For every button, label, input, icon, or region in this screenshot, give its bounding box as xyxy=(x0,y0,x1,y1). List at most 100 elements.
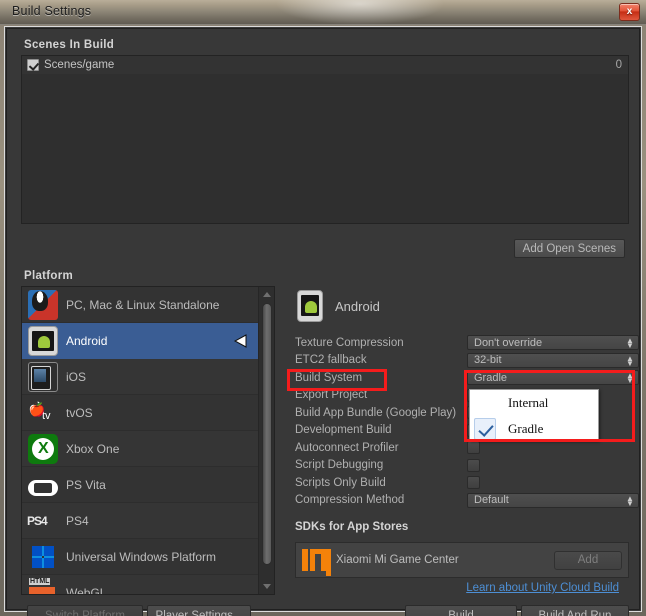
svg-text:tv: tv xyxy=(42,410,51,422)
setting-compression-method: Compression Method Default ▲ ▼ xyxy=(295,492,641,510)
platform-item-uwp[interactable]: Universal Windows Platform xyxy=(22,539,258,575)
scripts-only-build-checkbox[interactable] xyxy=(467,476,480,489)
platform-list-scrollbar[interactable] xyxy=(258,287,274,594)
os-window: Build Settings x Scenes In Build Scenes/… xyxy=(0,0,646,616)
dropdown-value: Default xyxy=(474,494,509,506)
xbox-icon: X xyxy=(28,433,58,464)
player-settings-button[interactable]: Player Settings... xyxy=(147,605,251,616)
dropdown-value: Don't override xyxy=(474,336,543,349)
platform-list[interactable]: PC, Mac & Linux Standalone Android iOS 🍎… xyxy=(21,286,275,595)
setting-label: Autoconnect Profiler xyxy=(295,441,399,454)
platform-item-standalone[interactable]: PC, Mac & Linux Standalone xyxy=(22,287,258,323)
platform-item-ps4[interactable]: PS4 xyxy=(22,503,258,539)
dropdown-option-internal[interactable]: Internal xyxy=(470,390,598,416)
build-and-run-button[interactable]: Build And Run xyxy=(521,605,629,616)
script-debugging-checkbox[interactable] xyxy=(467,458,480,472)
platform-item-ios[interactable]: iOS xyxy=(22,359,258,395)
build-system-dropdown-menu[interactable]: Internal Gradle xyxy=(469,389,599,441)
switch-platform-button[interactable]: Switch Platform xyxy=(27,605,143,616)
platform-label: iOS xyxy=(66,369,87,384)
platform-label: PC, Mac & Linux Standalone xyxy=(66,297,220,312)
platform-list-items: PC, Mac & Linux Standalone Android iOS 🍎… xyxy=(22,287,258,595)
scene-path: Scenes/game xyxy=(44,59,115,71)
check-icon xyxy=(474,392,496,414)
setting-scripts-only-build: Scripts Only Build xyxy=(295,474,641,492)
sdk-name: Xiaomi Mi Game Center xyxy=(336,554,459,566)
dropdown-value: Gradle xyxy=(474,371,508,384)
dropdown-value: 32-bit xyxy=(474,354,502,366)
sdks-header: SDKs for App Stores xyxy=(295,521,409,533)
unity-active-icon xyxy=(233,333,247,348)
setting-label: ETC2 fallback xyxy=(295,354,367,367)
close-icon[interactable]: x xyxy=(619,3,640,21)
android-icon xyxy=(297,290,323,322)
platform-item-webgl[interactable]: WebGL xyxy=(22,575,258,595)
window-titlebar: Build Settings x xyxy=(0,0,646,25)
platform-label: Universal Windows Platform xyxy=(66,549,217,564)
windows-icon xyxy=(28,542,58,572)
platform-header: Platform xyxy=(24,270,74,282)
android-icon xyxy=(28,325,58,356)
sdk-add-button[interactable]: Add xyxy=(554,550,622,570)
compression-method-dropdown[interactable]: Default ▲ ▼ xyxy=(467,492,639,508)
setting-label: Script Debugging xyxy=(295,459,384,472)
html5-icon xyxy=(28,577,58,594)
setting-label: Development Build xyxy=(295,424,392,437)
platform-label: PS Vita xyxy=(66,477,106,492)
setting-etc2-fallback: ETC2 fallback 32-bit ▲ ▼ xyxy=(295,352,641,370)
setting-label: Scripts Only Build xyxy=(295,476,386,489)
scroll-down-icon[interactable] xyxy=(263,584,271,589)
sdk-entry-row[interactable]: Xiaomi Mi Game Center Add xyxy=(295,542,629,578)
setting-build-system: Build System Gradle ▲ ▼ xyxy=(295,369,641,387)
dropdown-option-label: Gradle xyxy=(508,421,544,436)
standalone-icon xyxy=(28,289,58,320)
setting-label: Build System xyxy=(295,371,363,384)
dropdown-option-gradle[interactable]: Gradle xyxy=(470,416,598,442)
setting-label: Export Project xyxy=(295,389,368,402)
platform-item-tvos[interactable]: tv tvOS xyxy=(22,395,258,431)
close-glyph: x xyxy=(626,6,633,17)
platform-label: WebGL xyxy=(66,585,107,595)
texture-compression-dropdown[interactable]: Don't override ▲ ▼ xyxy=(467,335,639,350)
chevron-updown-icon: ▲ ▼ xyxy=(626,493,634,508)
scene-list-item[interactable]: Scenes/game 0 xyxy=(22,56,628,74)
chevron-updown-icon: ▲ ▼ xyxy=(626,371,634,385)
autoconnect-profiler-checkbox[interactable] xyxy=(467,441,480,454)
platform-label: Android xyxy=(66,333,108,348)
scenes-in-build-list[interactable]: Scenes/game 0 xyxy=(21,55,629,224)
setting-label: Build App Bundle (Google Play) xyxy=(295,406,457,419)
ios-icon xyxy=(28,361,58,392)
psvita-icon xyxy=(28,480,58,496)
scene-index: 0 xyxy=(615,59,622,71)
etc2-fallback-dropdown[interactable]: 32-bit ▲ ▼ xyxy=(467,352,639,368)
platform-item-android[interactable]: Android xyxy=(22,323,258,359)
platform-item-ps-vita[interactable]: PS Vita xyxy=(22,467,258,503)
ps4-icon xyxy=(27,506,58,536)
build-settings-window: Scenes In Build Scenes/game 0 Add Open S… xyxy=(4,26,642,616)
build-target-name: Android xyxy=(335,298,380,314)
tvos-icon: tv xyxy=(28,398,58,428)
scenes-in-build-header: Scenes In Build xyxy=(24,39,115,51)
xiaomi-mi-icon xyxy=(302,549,331,576)
build-button[interactable]: Build xyxy=(405,605,517,616)
build-settings-content: Scenes In Build Scenes/game 0 Add Open S… xyxy=(6,28,641,616)
platform-item-xbox-one[interactable]: X Xbox One xyxy=(22,431,258,467)
scrollbar-thumb[interactable] xyxy=(262,303,272,565)
setting-texture-compression: Texture Compression Don't override ▲ ▼ xyxy=(295,334,641,352)
add-open-scenes-button[interactable]: Add Open Scenes xyxy=(513,239,625,258)
scroll-up-icon[interactable] xyxy=(263,292,271,297)
unity-cloud-build-link[interactable]: Learn about Unity Cloud Build xyxy=(466,582,619,594)
platform-label: tvOS xyxy=(66,405,93,420)
scene-enabled-checkbox[interactable] xyxy=(27,59,39,71)
dropdown-option-label: Internal xyxy=(508,395,549,410)
build-target-header: Android xyxy=(297,290,380,322)
check-icon xyxy=(474,418,496,440)
platform-label: PS4 xyxy=(66,513,89,528)
build-system-dropdown[interactable]: Gradle ▲ ▼ xyxy=(467,370,639,385)
chevron-updown-icon: ▲ ▼ xyxy=(626,336,634,350)
window-title: Build Settings xyxy=(12,4,92,18)
platform-label: Xbox One xyxy=(66,441,120,456)
setting-label: Texture Compression xyxy=(295,336,404,349)
setting-script-debugging: Script Debugging xyxy=(295,457,641,475)
chevron-updown-icon: ▲ ▼ xyxy=(626,353,634,368)
